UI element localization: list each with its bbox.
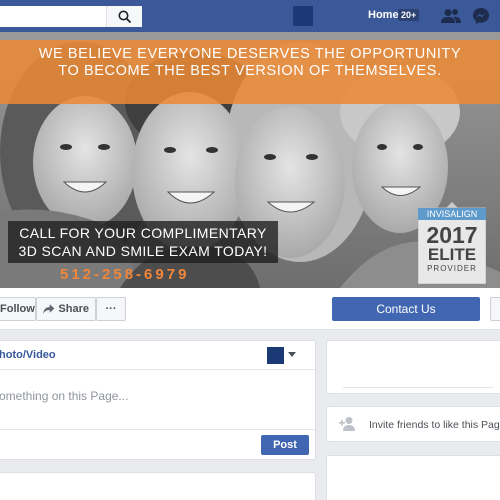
cover-photo[interactable]: WE BELIEVE EVERYONE DESERVES THE OPPORTU… xyxy=(0,32,500,288)
chevron-down-icon[interactable] xyxy=(288,352,296,357)
invisalign-elite-badge: INVISALIGN 2017 ELITE PROVIDER xyxy=(418,202,486,284)
page-action-bar: Follow Share ··· Contact Us xyxy=(0,288,500,330)
composer-input[interactable]: omething on this Page... xyxy=(0,389,128,403)
about-card xyxy=(326,340,500,394)
search-icon xyxy=(118,10,131,23)
badge-brand: INVISALIGN xyxy=(418,208,486,220)
page-avatar[interactable] xyxy=(267,347,284,364)
composer-divider xyxy=(0,369,317,370)
profile-avatar[interactable] xyxy=(293,6,313,26)
contact-us-label: Contact Us xyxy=(376,302,436,316)
call-to-action-box: CALL FOR YOUR COMPLIMENTARY 3D SCAN AND … xyxy=(8,221,278,263)
composer-footer-divider xyxy=(0,429,317,430)
overflow-button[interactable] xyxy=(490,297,500,321)
share-label: Share xyxy=(58,303,89,315)
post-button[interactable]: Post xyxy=(261,435,309,455)
invite-friends-label: Invite friends to like this Page xyxy=(369,419,500,431)
nav-home-link[interactable]: Home xyxy=(368,9,399,21)
slogan-line-2: TO BECOME THE BEST VERSION OF THEMSELVES… xyxy=(58,63,442,79)
more-options-button[interactable]: ··· xyxy=(96,297,126,321)
cta-line-1: CALL FOR YOUR COMPLIMENTARY xyxy=(19,225,267,241)
post-label: Post xyxy=(273,439,297,451)
friends-icon[interactable] xyxy=(441,8,461,24)
badge-tier: ELITE xyxy=(427,245,477,264)
phone-number: 512-258-6979 xyxy=(60,266,190,283)
more-options-icon: ··· xyxy=(105,303,117,315)
slogan-banner: WE BELIEVE EVERYONE DESERVES THE OPPORTU… xyxy=(0,40,500,104)
feed-card xyxy=(0,472,316,500)
slogan-line-1: WE BELIEVE EVERYONE DESERVES THE OPPORTU… xyxy=(38,46,462,62)
tab-photo-video[interactable]: hoto/Video xyxy=(0,349,56,361)
invite-friends-row[interactable]: Invite friends to like this Page xyxy=(326,406,500,442)
badge-label: PROVIDER xyxy=(427,264,477,273)
contact-us-button[interactable]: Contact Us xyxy=(332,297,480,321)
add-friend-icon xyxy=(339,417,355,431)
share-button[interactable]: Share xyxy=(36,297,96,321)
card-divider xyxy=(343,387,493,388)
follow-label: Follow xyxy=(0,303,35,315)
follow-button[interactable]: Follow xyxy=(0,297,36,321)
top-navigation-bar: Home 20+ xyxy=(0,0,500,32)
share-arrow-icon xyxy=(43,304,55,314)
cta-line-2: 3D SCAN AND SMILE EXAM TODAY! xyxy=(18,243,268,259)
messenger-icon[interactable] xyxy=(472,7,490,25)
home-notification-badge: 20+ xyxy=(398,9,420,21)
post-composer: hoto/Video omething on this Page... Post xyxy=(0,340,317,460)
search-button[interactable] xyxy=(106,6,142,27)
sidebar-card xyxy=(326,455,500,500)
